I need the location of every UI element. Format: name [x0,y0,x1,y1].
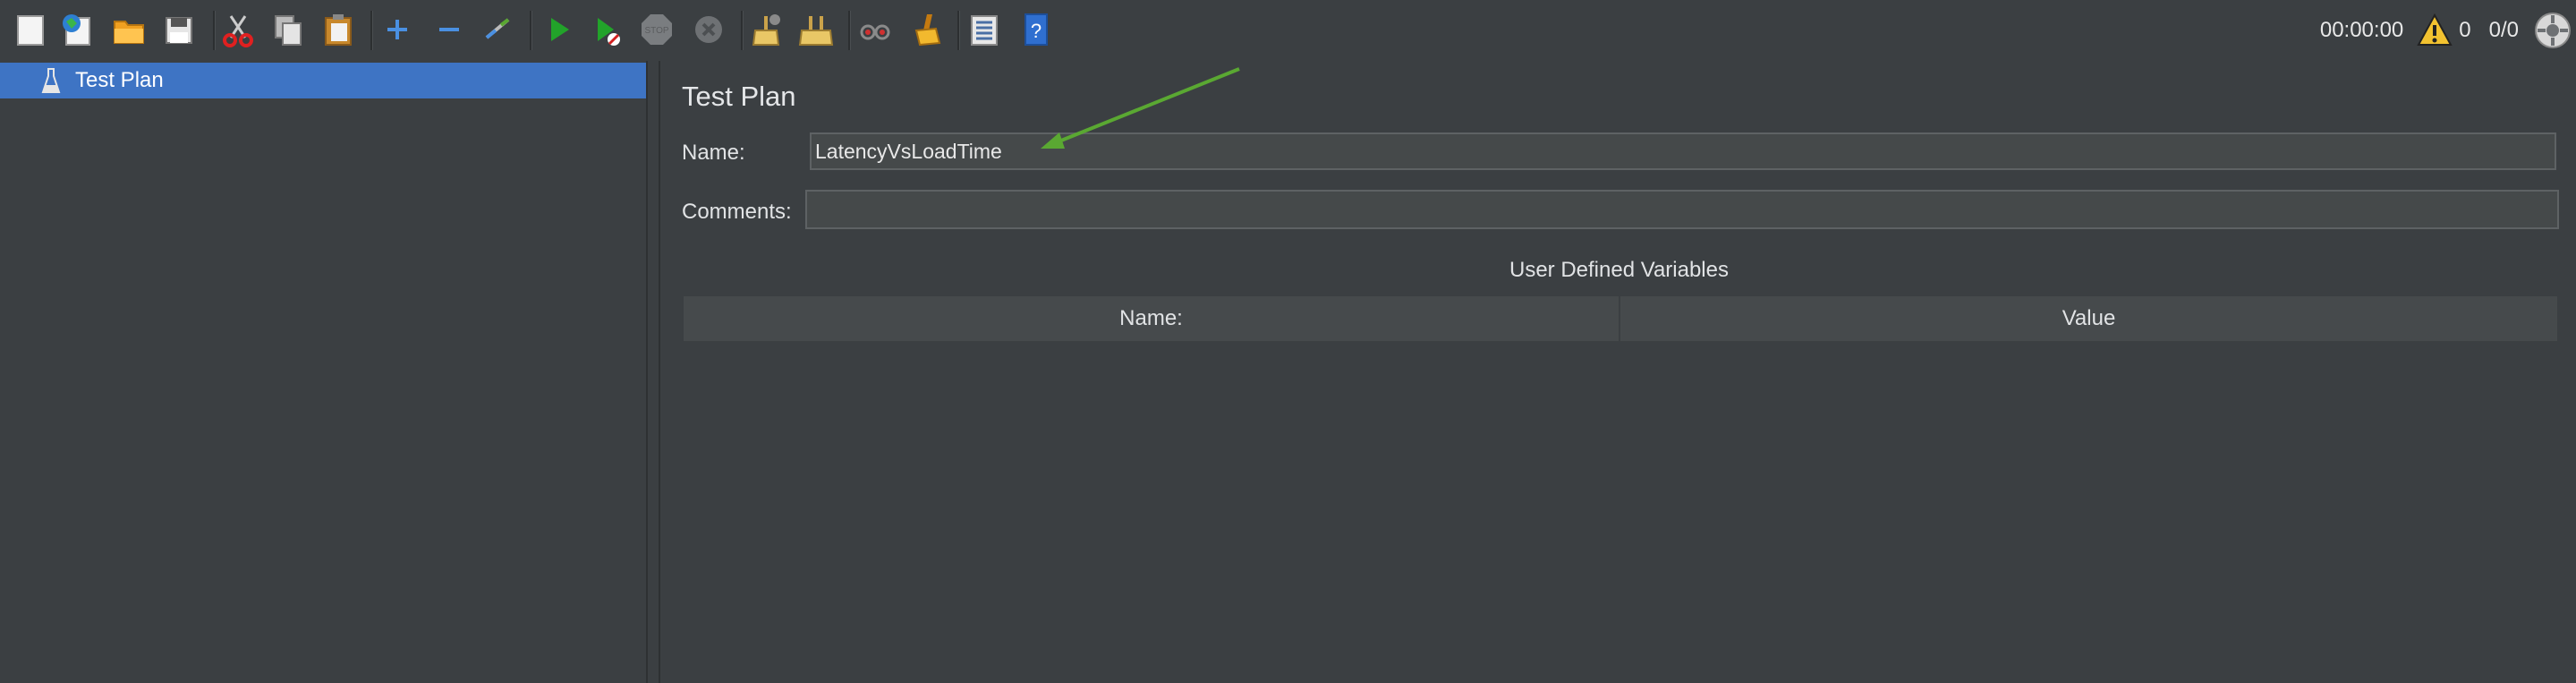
name-label: Name: [682,141,745,165]
start-icon[interactable] [540,11,576,48]
expand-icon[interactable] [379,11,415,48]
remote-icon[interactable] [2533,11,2572,50]
toggle-icon[interactable] [480,11,515,48]
editor-panel: Test Plan Name: Comments: User Defined V… [662,61,2576,683]
toolbar: STOP ? 00:00:00 0 0/0 [0,0,2576,61]
clear-all-icon[interactable] [798,11,834,48]
start-no-pauses-icon[interactable] [589,11,625,48]
column-header-name[interactable]: Name: [684,296,1620,341]
test-plan-icon [41,67,61,94]
reset-search-icon[interactable] [907,11,943,48]
udv-title: User Defined Variables [1509,258,1729,282]
warning-icon[interactable] [2416,13,2453,48]
shutdown-icon[interactable] [691,11,727,48]
svg-text:STOP: STOP [644,26,668,36]
status-area: 00:00:00 0 0/0 [2320,11,2576,50]
column-header-value[interactable]: Value [1620,296,2557,341]
cut-icon[interactable] [220,11,256,48]
comments-field[interactable] [805,190,2559,229]
templates-icon[interactable] [59,11,95,48]
stop-icon[interactable]: STOP [639,11,675,48]
elapsed-time: 00:00:00 [2319,18,2404,42]
clear-icon[interactable] [748,11,784,48]
tree-item-test-plan[interactable]: Test Plan [0,63,646,98]
function-helper-icon[interactable] [966,11,1002,48]
panel-title: Test Plan [682,81,796,112]
search-icon[interactable] [857,11,893,48]
splitter[interactable] [646,61,660,683]
paste-icon[interactable] [320,11,356,48]
svg-text:?: ? [1031,20,1041,42]
new-icon[interactable] [13,11,48,48]
collapse-icon[interactable] [431,11,467,48]
save-icon[interactable] [161,11,197,48]
thread-count: 0/0 [2488,18,2519,42]
comments-label: Comments: [682,200,792,224]
udv-table: Name: Value [684,296,2557,341]
help-icon[interactable]: ? [1018,11,1054,48]
tree-item-label: Test Plan [75,68,164,92]
open-icon[interactable] [111,11,147,48]
tree-panel: Test Plan [0,61,646,683]
copy-icon[interactable] [270,11,306,48]
name-field[interactable] [810,132,2556,170]
warning-count: 0 [2459,18,2471,42]
